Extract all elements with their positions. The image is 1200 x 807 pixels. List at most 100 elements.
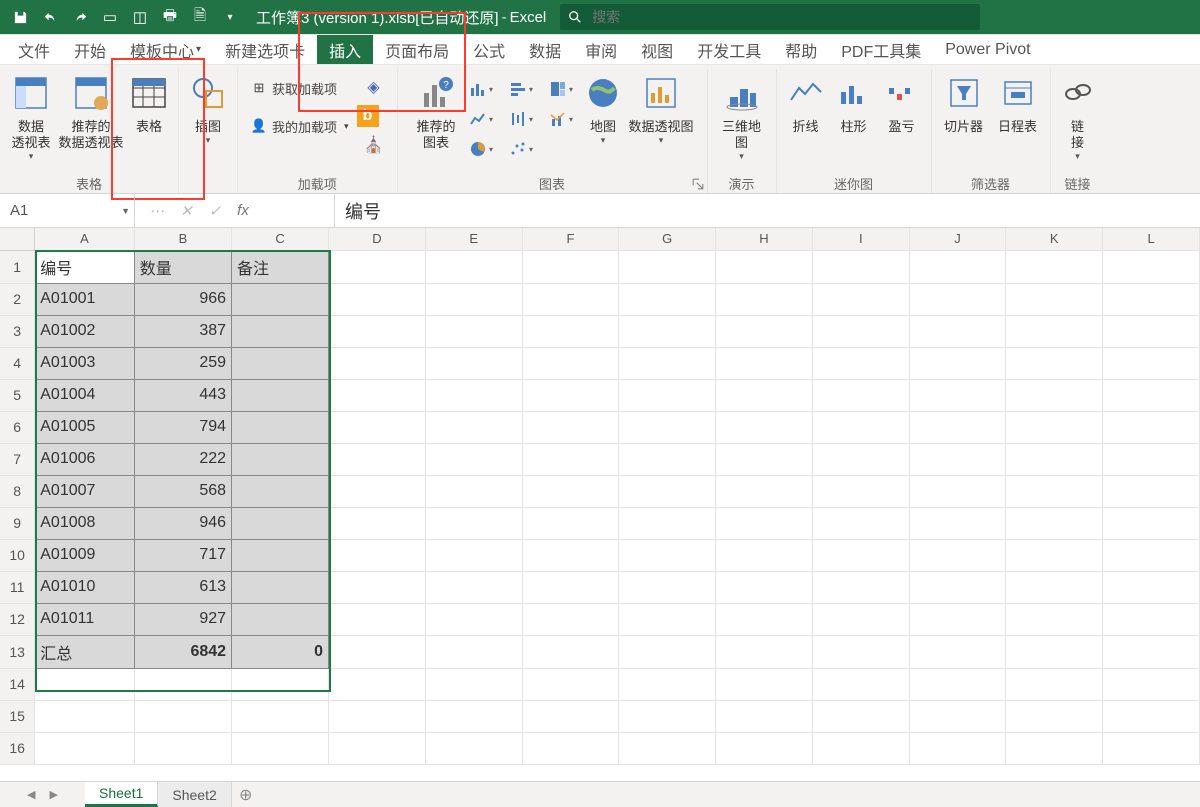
cell[interactable]	[909, 571, 1006, 603]
visio-addin-icon[interactable]: ◈	[357, 73, 391, 101]
cell[interactable]	[35, 700, 135, 732]
sheet-nav-prev-icon[interactable]: ◀	[27, 788, 35, 801]
cell[interactable]	[1006, 411, 1103, 443]
cell[interactable]	[812, 603, 909, 635]
cell[interactable]	[812, 571, 909, 603]
row-header[interactable]: 16	[0, 732, 35, 764]
cell[interactable]	[1103, 700, 1200, 732]
name-box-dropdown-icon[interactable]: ▼	[121, 206, 130, 216]
cell[interactable]: 794	[134, 411, 231, 443]
cell[interactable]	[35, 732, 135, 764]
cell[interactable]	[812, 700, 909, 732]
cell[interactable]	[1103, 539, 1200, 571]
cell[interactable]	[716, 668, 813, 700]
cell[interactable]	[522, 732, 619, 764]
line-chart-button[interactable]: ▾	[464, 105, 498, 133]
cell[interactable]: A01002	[35, 315, 135, 347]
cell[interactable]	[522, 475, 619, 507]
cell[interactable]	[329, 379, 426, 411]
cell[interactable]	[619, 571, 716, 603]
redo-button[interactable]	[66, 4, 94, 30]
cell[interactable]	[522, 668, 619, 700]
qat-icon-4[interactable]: 🗎	[186, 4, 214, 30]
cell[interactable]	[425, 379, 522, 411]
cell[interactable]	[1006, 283, 1103, 315]
cell[interactable]	[425, 732, 522, 764]
name-box[interactable]: ▼	[0, 194, 135, 227]
cell[interactable]	[909, 668, 1006, 700]
cell[interactable]	[909, 475, 1006, 507]
cell[interactable]	[619, 250, 716, 283]
cell[interactable]	[716, 507, 813, 539]
cell[interactable]	[909, 635, 1006, 668]
col-header[interactable]: A	[35, 228, 135, 250]
cell[interactable]	[425, 411, 522, 443]
cell[interactable]	[425, 539, 522, 571]
cell[interactable]	[35, 668, 135, 700]
cell[interactable]	[1103, 507, 1200, 539]
cell[interactable]: 613	[134, 571, 231, 603]
cell[interactable]	[716, 411, 813, 443]
cell[interactable]: A01001	[35, 283, 135, 315]
cell[interactable]	[522, 700, 619, 732]
sparkline-column-button[interactable]: 柱形	[831, 69, 877, 135]
tab-layout[interactable]: 页面布局	[373, 35, 461, 64]
cell[interactable]	[619, 539, 716, 571]
cell[interactable]	[1006, 603, 1103, 635]
cell[interactable]	[909, 539, 1006, 571]
cell[interactable]	[425, 635, 522, 668]
cell[interactable]: A01007	[35, 475, 135, 507]
fx-icon[interactable]: fx	[237, 202, 249, 219]
sparkline-winloss-button[interactable]: 盈亏	[879, 69, 925, 135]
tab-file[interactable]: 文件	[6, 35, 62, 64]
cell[interactable]: A01010	[35, 571, 135, 603]
cell[interactable]: A01006	[35, 443, 135, 475]
charts-launcher-icon[interactable]	[692, 178, 704, 190]
table-button[interactable]: 表格	[126, 69, 172, 135]
cell[interactable]	[329, 732, 426, 764]
cell[interactable]	[522, 250, 619, 283]
col-header[interactable]: L	[1103, 228, 1200, 250]
cell[interactable]	[232, 571, 329, 603]
cell[interactable]	[232, 347, 329, 379]
cell[interactable]	[522, 571, 619, 603]
cell[interactable]	[425, 700, 522, 732]
cell[interactable]	[909, 700, 1006, 732]
cell[interactable]	[1103, 379, 1200, 411]
cell[interactable]	[232, 315, 329, 347]
col-header[interactable]: B	[134, 228, 231, 250]
cell[interactable]	[232, 443, 329, 475]
cell[interactable]	[1103, 443, 1200, 475]
cell[interactable]	[909, 507, 1006, 539]
stock-chart-button[interactable]: ▾	[504, 105, 538, 133]
cell[interactable]	[619, 475, 716, 507]
bing-addin-icon[interactable]: b	[357, 105, 379, 127]
sheet-tab-1[interactable]: Sheet1	[85, 782, 158, 807]
get-addins-button[interactable]: ⊞获取加载项	[244, 75, 355, 101]
cell[interactable]	[1006, 443, 1103, 475]
cell[interactable]	[329, 315, 426, 347]
cell[interactable]: 946	[134, 507, 231, 539]
cell[interactable]	[522, 379, 619, 411]
row-header[interactable]: 4	[0, 347, 35, 379]
cell[interactable]	[1103, 283, 1200, 315]
cell[interactable]	[716, 379, 813, 411]
cell[interactable]	[619, 411, 716, 443]
cell[interactable]	[134, 732, 231, 764]
cell[interactable]	[909, 603, 1006, 635]
illustrations-button[interactable]: 插图▾	[185, 69, 231, 146]
cell[interactable]	[232, 668, 329, 700]
cell[interactable]: A01005	[35, 411, 135, 443]
cell[interactable]: 387	[134, 315, 231, 347]
cell[interactable]	[812, 411, 909, 443]
bar-chart-button[interactable]: ▾	[504, 75, 538, 103]
cell[interactable]	[909, 411, 1006, 443]
cell[interactable]	[1006, 668, 1103, 700]
cell[interactable]	[232, 700, 329, 732]
3d-map-button[interactable]: 三维地 图▾	[714, 69, 770, 162]
cell[interactable]	[716, 539, 813, 571]
cell[interactable]: 数量	[134, 250, 231, 283]
map-chart-button[interactable]: 地图▾	[580, 69, 626, 146]
scatter-chart-button[interactable]: ▾	[504, 135, 538, 163]
cell[interactable]	[619, 379, 716, 411]
